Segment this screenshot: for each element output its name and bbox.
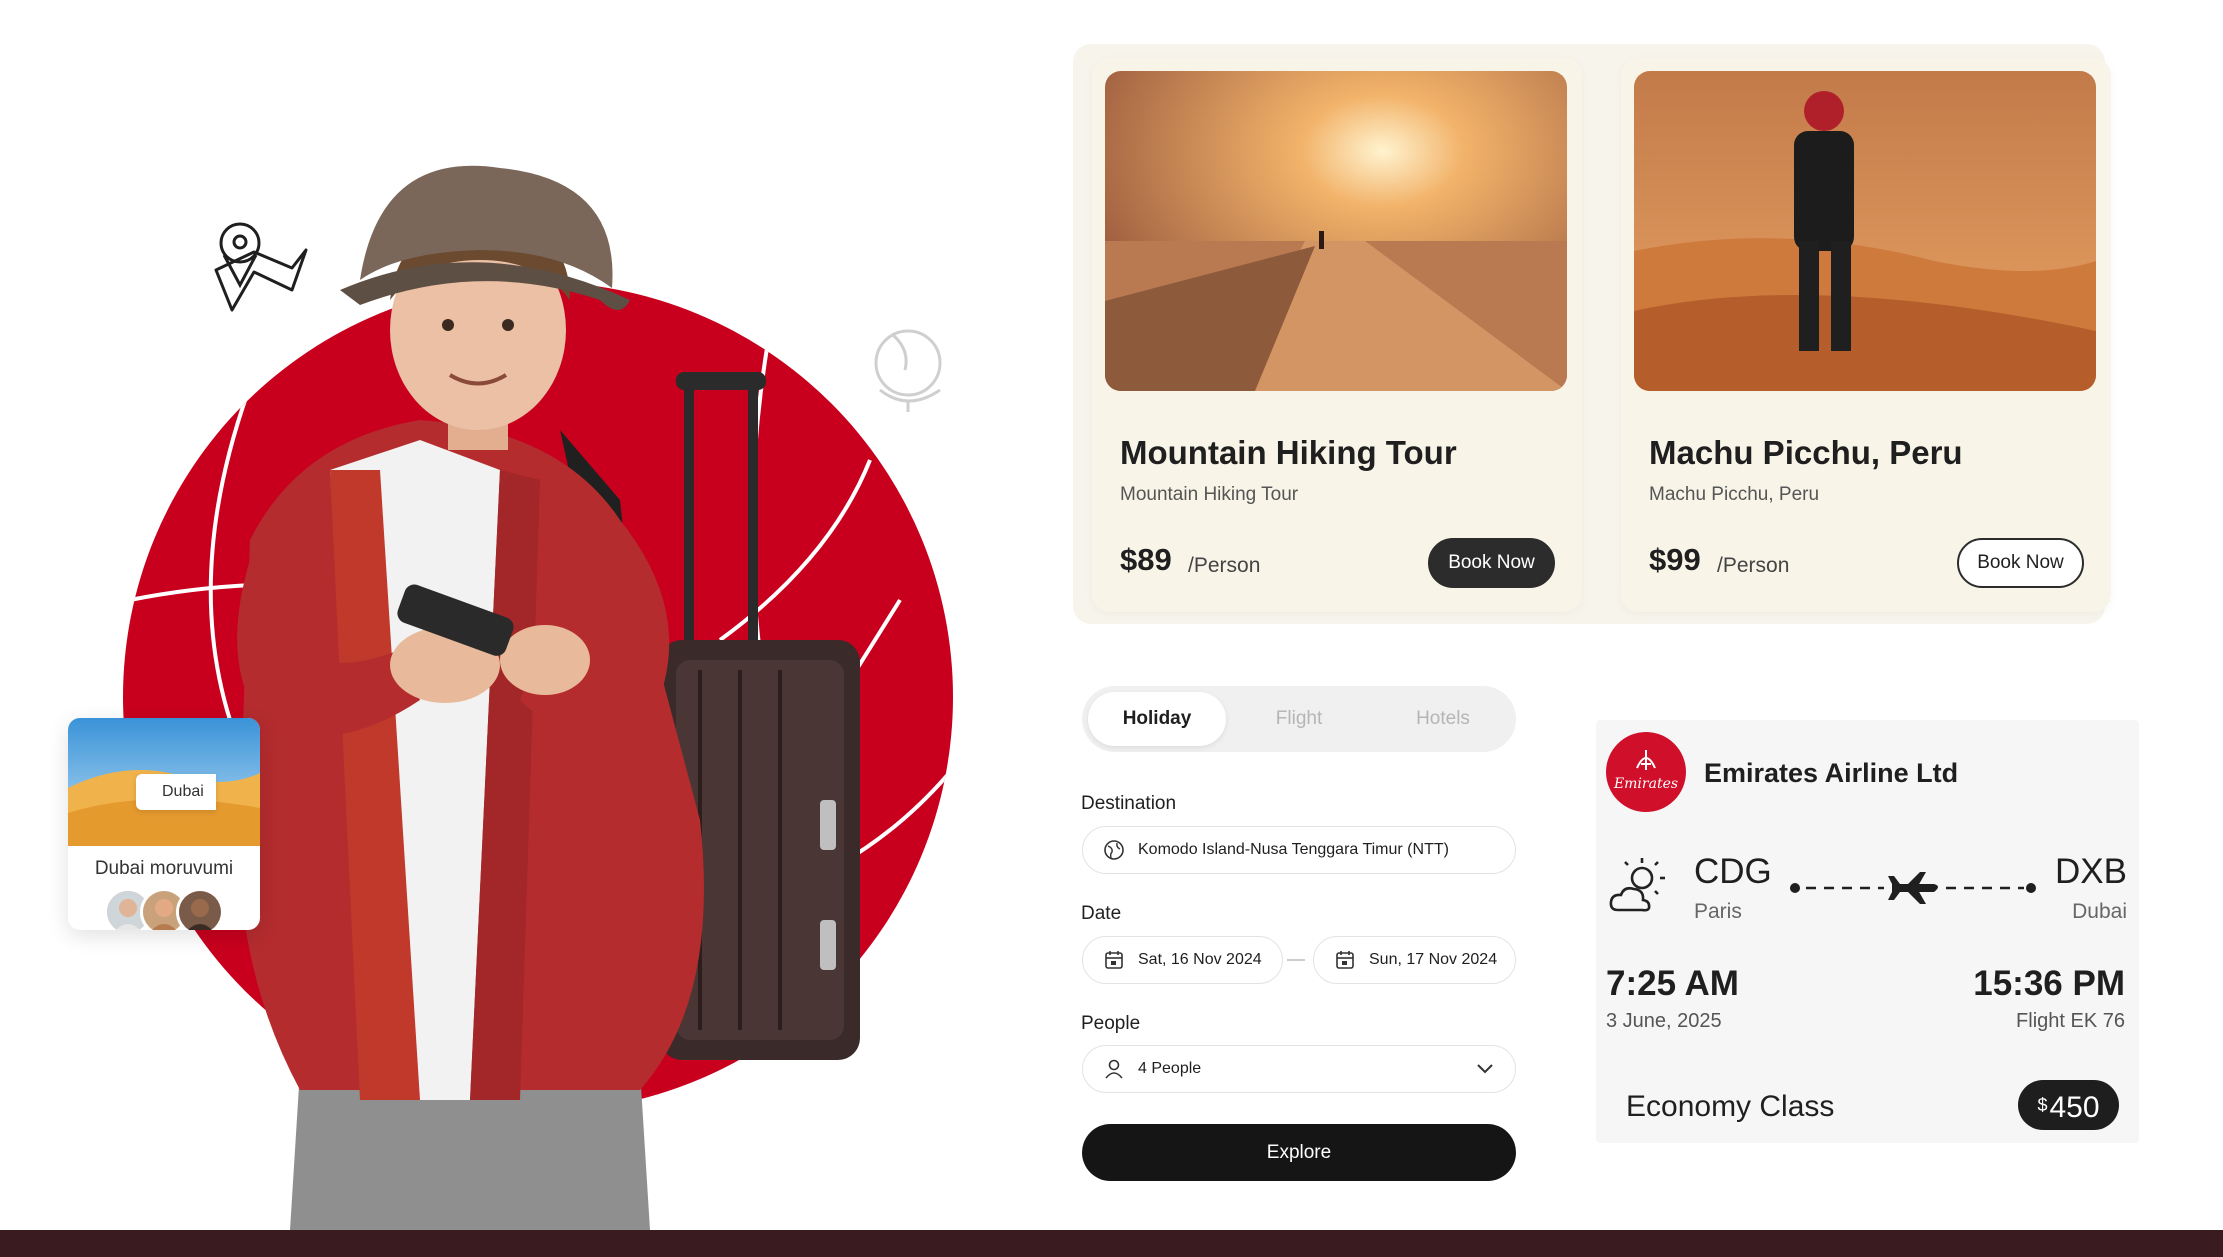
destination-label: Destination xyxy=(1081,793,1177,814)
tour-price: $89 xyxy=(1120,542,1172,577)
departure-time: 7:25 AM xyxy=(1606,964,1739,1003)
globe-icon xyxy=(874,329,942,412)
person-icon xyxy=(1105,1059,1123,1079)
price-amount: 450 xyxy=(2049,1091,2100,1124)
footer-bar xyxy=(0,1230,2223,1257)
date-separator xyxy=(1287,959,1305,961)
destination-field[interactable]: Komodo Island-Nusa Tenggara Timur (NTT) xyxy=(1082,826,1516,874)
departure-date: 3 June, 2025 xyxy=(1606,1010,1722,1032)
arrival-time: 15:36 PM xyxy=(1973,964,2125,1003)
tour-card[interactable]: Machu Picchu, Peru Machu Picchu, Peru $9… xyxy=(1621,58,2111,612)
flight-route xyxy=(1790,872,2036,904)
booking-tabs: Holiday Flight Hotels xyxy=(1082,686,1516,752)
book-now-button[interactable]: Book Now xyxy=(1957,538,2084,588)
globe-icon xyxy=(1104,840,1124,860)
airline-logo-text: Emirates xyxy=(1613,776,1679,792)
destination-city: Dubai xyxy=(2072,900,2127,923)
emirates-emblem-icon xyxy=(1636,750,1656,770)
tour-title: Mountain Hiking Tour xyxy=(1120,434,1457,471)
calendar-icon xyxy=(1105,951,1123,969)
calendar-icon xyxy=(1336,951,1354,969)
tour-price-unit: /Person xyxy=(1188,554,1261,577)
hero-section: Dubai moruvumi Dubai xyxy=(0,0,1030,1230)
book-now-button[interactable]: Book Now xyxy=(1428,538,1555,588)
tour-price: $99 xyxy=(1649,542,1701,577)
flight-ticket-card[interactable]: Emirates Emirates Airline Ltd CDG Paris … xyxy=(1596,720,2139,1143)
airplane-icon xyxy=(1888,872,1938,904)
ticket-price[interactable]: $450 xyxy=(2018,1080,2119,1130)
people-select[interactable]: 4 People xyxy=(1082,1045,1516,1093)
airline-name: Emirates Airline Ltd xyxy=(1704,758,1959,788)
tour-subtitle: Mountain Hiking Tour xyxy=(1120,484,1299,505)
explore-button[interactable]: Explore xyxy=(1082,1124,1516,1181)
tab-holiday[interactable]: Holiday xyxy=(1088,692,1226,746)
tour-subtitle: Machu Picchu, Peru xyxy=(1649,484,1820,505)
tour-image xyxy=(1105,71,1567,391)
people-label: People xyxy=(1081,1013,1141,1034)
tour-image xyxy=(1634,71,2096,391)
avatar xyxy=(176,888,224,930)
currency-symbol: $ xyxy=(2037,1095,2048,1115)
weather-partly-cloudy-icon xyxy=(1609,858,1665,912)
airline-logo: Emirates xyxy=(1606,732,1686,812)
tour-price-unit: /Person xyxy=(1717,554,1790,577)
date-label: Date xyxy=(1081,903,1122,924)
map-pin-icon xyxy=(214,222,308,312)
flight-number: Flight EK 76 xyxy=(2016,1010,2125,1032)
tab-hotels[interactable]: Hotels xyxy=(1374,692,1512,746)
destination-mini-card[interactable]: Dubai moruvumi xyxy=(68,718,260,930)
cabin-class: Economy Class xyxy=(1626,1090,1835,1123)
origin-code: CDG xyxy=(1694,852,1772,891)
date-to-field[interactable]: Sun, 17 Nov 2024 xyxy=(1313,936,1516,984)
location-tag: Dubai xyxy=(136,774,216,810)
tour-card[interactable]: Mountain Hiking Tour Mountain Hiking Tou… xyxy=(1092,58,1582,612)
tab-flight[interactable]: Flight xyxy=(1230,692,1368,746)
destination-value: Komodo Island-Nusa Tenggara Timur (NTT) xyxy=(1138,841,1449,858)
date-from-value: Sat, 16 Nov 2024 xyxy=(1138,951,1262,968)
destination-name: Dubai moruvumi xyxy=(94,858,234,879)
destination-code: DXB xyxy=(2055,852,2127,891)
date-from-field[interactable]: Sat, 16 Nov 2024 xyxy=(1082,936,1283,984)
tour-title: Machu Picchu, Peru xyxy=(1649,434,1963,471)
chevron-down-icon[interactable] xyxy=(1475,1061,1495,1077)
hero-illustration xyxy=(123,165,953,1230)
date-to-value: Sun, 17 Nov 2024 xyxy=(1369,951,1498,968)
people-value: 4 People xyxy=(1138,1060,1202,1077)
tour-cards-panel: Mountain Hiking Tour Mountain Hiking Tou… xyxy=(1073,44,2111,624)
origin-city: Paris xyxy=(1694,900,1742,923)
